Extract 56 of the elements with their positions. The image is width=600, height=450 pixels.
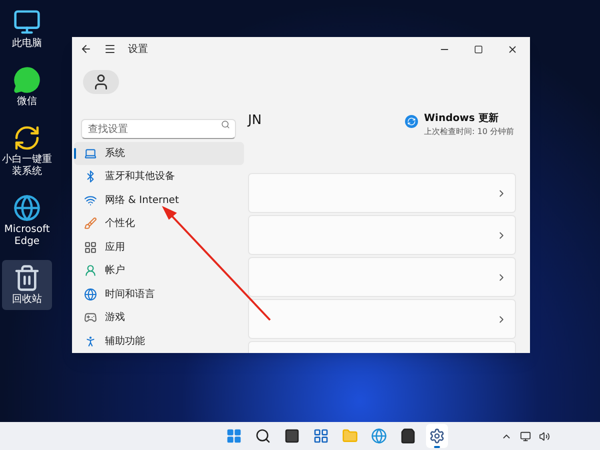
window-title: 设置 (128, 42, 148, 56)
task-view-icon (284, 428, 300, 444)
nav-item[interactable]: 应用 (74, 236, 244, 259)
chat-bubble-icon (13, 66, 41, 94)
circular-arrows-icon (13, 124, 41, 152)
search-icon (255, 428, 271, 444)
globe-icon (84, 288, 97, 301)
search-icon (221, 120, 230, 128)
update-title: Windows 更新 (424, 111, 500, 126)
user-name: JN (248, 112, 262, 130)
laptop-icon (84, 146, 97, 160)
sync-icon (405, 115, 418, 128)
menu-icon[interactable] (104, 43, 116, 55)
desktop-icon[interactable]: 微信 (2, 62, 52, 112)
person-icon (84, 264, 97, 278)
nav-item[interactable]: 游戏 (74, 306, 244, 330)
gear-icon (429, 428, 445, 444)
nav-item[interactable]: 系统 (74, 142, 244, 165)
person-icon (92, 72, 110, 91)
desktop-icon-label: 小白一键重装系统 (2, 154, 52, 178)
nav-item[interactable]: 辅助功能 (74, 330, 244, 353)
folder-icon (342, 428, 358, 444)
desktop-icon[interactable]: Microsoft Edge (2, 190, 52, 252)
globe-icon (13, 194, 41, 222)
globe-icon (371, 428, 387, 444)
monitor-icon (13, 8, 41, 36)
nav-item[interactable]: 网络 & Internet (74, 188, 244, 212)
person-icon (84, 334, 97, 348)
active-indicator (434, 446, 440, 448)
desktop-icon-label: 微信 (17, 96, 37, 108)
trash-icon (13, 264, 41, 292)
nav-item[interactable]: 时间和语言 (74, 282, 244, 306)
monitor-icon[interactable] (520, 430, 531, 442)
nav-item[interactable]: 蓝牙和其他设备 (74, 165, 244, 188)
desktop-icon-label: 回收站 (12, 294, 42, 306)
gamepad-icon (84, 311, 97, 324)
desktop-icon-label: Microsoft Edge (3, 224, 51, 248)
close-icon[interactable] (507, 44, 518, 54)
nav-item[interactable]: 个性化 (74, 212, 244, 236)
desktop-icon-label: 此电脑 (12, 38, 42, 50)
update-subtitle: 上次检查时间: 10 分钟前 (424, 126, 514, 138)
desktop-icon[interactable]: 此电脑 (2, 4, 52, 54)
windows-logo-icon (226, 428, 242, 444)
nav-item[interactable]: 帐户 (74, 259, 244, 282)
widgets-icon (313, 428, 329, 444)
speaker-icon[interactable] (539, 430, 550, 442)
desktop-icon[interactable]: 小白一键重装系统 (2, 120, 52, 182)
taskbar-button[interactable] (426, 424, 448, 448)
brush-icon (84, 217, 97, 230)
selection-indicator (74, 148, 76, 158)
maximize-icon[interactable] (474, 44, 483, 54)
search-field[interactable]: 查找设置 (81, 119, 236, 139)
apps-icon (84, 240, 97, 254)
desktop-icon[interactable]: 回收站 (2, 260, 52, 310)
back-icon[interactable] (80, 43, 92, 55)
bluetooth-icon (84, 170, 97, 184)
